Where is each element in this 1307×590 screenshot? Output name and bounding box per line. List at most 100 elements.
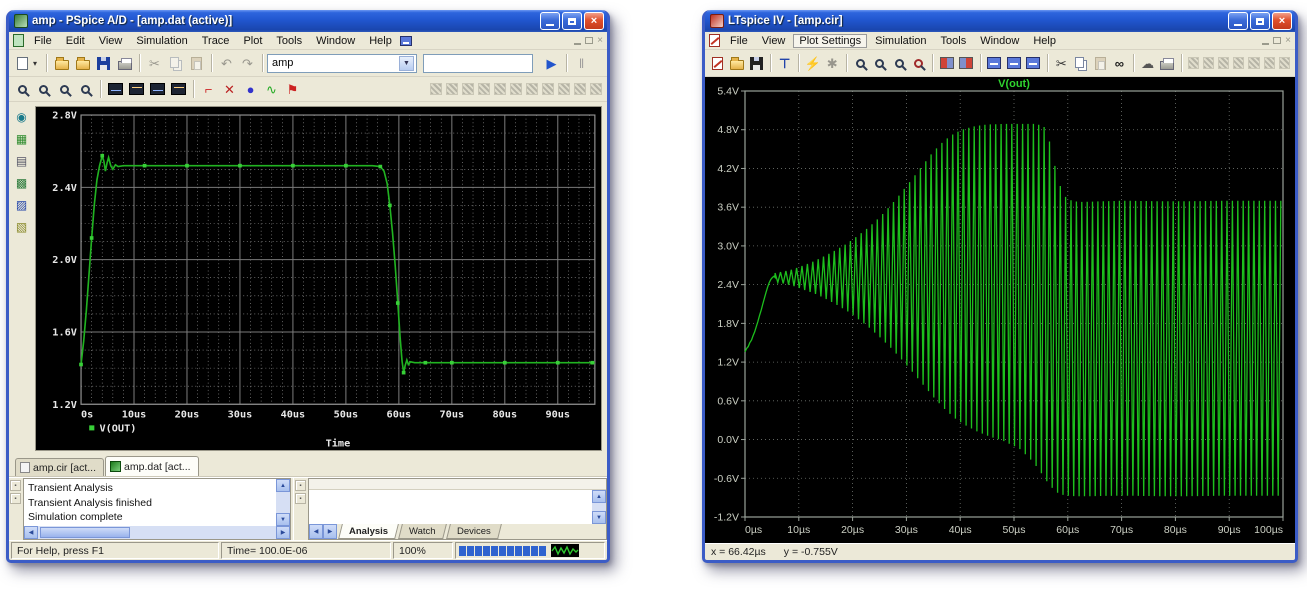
- zoom-in-button[interactable]: [851, 53, 870, 74]
- tab-amp-cir[interactable]: amp.cir [act...: [15, 458, 104, 476]
- zoom-full-button[interactable]: [890, 53, 909, 74]
- probe-tool-icon-11[interactable]: [590, 83, 602, 95]
- zoom-back-button[interactable]: [870, 53, 889, 74]
- mdi-restore-icon[interactable]: [1273, 37, 1281, 44]
- minimize-button[interactable]: [540, 12, 560, 30]
- voltage-marker-button[interactable]: ∿: [261, 79, 282, 100]
- menu-file[interactable]: File: [724, 34, 754, 48]
- find-button[interactable]: ∞: [1110, 53, 1129, 74]
- probe-tool-icon-6[interactable]: [510, 83, 522, 95]
- cut-button[interactable]: ✂: [1052, 53, 1071, 74]
- menu-edit[interactable]: Edit: [60, 34, 91, 48]
- toggle-cursor-button[interactable]: ⌐: [198, 79, 219, 100]
- message-vertical-scrollbar[interactable]: ▲ ▼: [276, 479, 290, 526]
- probe-tool-icon-2[interactable]: [446, 83, 458, 95]
- new-file-dropdown-icon[interactable]: ▾: [33, 59, 42, 68]
- menu-help[interactable]: Help: [363, 34, 398, 48]
- menu-window[interactable]: Window: [310, 34, 361, 48]
- mdi-close-icon[interactable]: ×: [1285, 35, 1291, 46]
- tab-analysis[interactable]: Analysis: [338, 524, 399, 539]
- open-button[interactable]: [51, 53, 72, 74]
- ground-tool-icon[interactable]: [1203, 57, 1214, 69]
- pspice-titlebar[interactable]: amp - PSpice A/D - [amp.dat (active)] ×: [9, 10, 607, 32]
- wire-tool-icon[interactable]: [1188, 57, 1199, 69]
- redo-button[interactable]: ↷: [237, 53, 258, 74]
- save-button[interactable]: [93, 53, 114, 74]
- blue-doc-icon[interactable]: ▨: [14, 198, 30, 213]
- paste-button[interactable]: [1090, 53, 1109, 74]
- fourier-button[interactable]: [147, 79, 168, 100]
- zoom-out-button[interactable]: [33, 79, 54, 100]
- current-marker-button[interactable]: ⚑: [282, 79, 303, 100]
- save-button[interactable]: [747, 53, 766, 74]
- tab-devices[interactable]: Devices: [446, 524, 502, 539]
- web-icon[interactable]: ◉: [14, 110, 30, 125]
- print-button[interactable]: [114, 53, 135, 74]
- chip-icon[interactable]: ▩: [14, 176, 30, 191]
- probe-tool-icon-9[interactable]: [558, 83, 570, 95]
- run-simulation-button[interactable]: ▶: [541, 53, 562, 74]
- menu-extra-icon[interactable]: [400, 36, 412, 46]
- print-button[interactable]: [1157, 53, 1176, 74]
- tile-horizontal-button[interactable]: [985, 53, 1004, 74]
- performance-analysis-button[interactable]: [168, 79, 189, 100]
- board-icon[interactable]: ▦: [14, 132, 30, 147]
- open-button[interactable]: [727, 53, 746, 74]
- open-simulation-button[interactable]: [72, 53, 93, 74]
- menu-simulation[interactable]: Simulation: [130, 34, 193, 48]
- log-y-axis-button[interactable]: [126, 79, 147, 100]
- maximize-button[interactable]: [562, 12, 582, 30]
- menu-simulation[interactable]: Simulation: [869, 34, 932, 48]
- capacitor-tool-icon[interactable]: [1248, 57, 1259, 69]
- mdi-minimize-icon[interactable]: [1262, 43, 1269, 45]
- copy-button[interactable]: [1071, 53, 1090, 74]
- pause-button[interactable]: ‖: [571, 53, 592, 74]
- mark-label-button[interactable]: ●: [240, 79, 261, 100]
- resistor-tool-icon[interactable]: [1233, 57, 1244, 69]
- watch-pin-button[interactable]: ▪: [295, 480, 306, 491]
- label-tool-icon[interactable]: [1218, 57, 1229, 69]
- probe-tool-icon-4[interactable]: [478, 83, 490, 95]
- probe-tool-icon-7[interactable]: [526, 83, 538, 95]
- log-x-axis-button[interactable]: [105, 79, 126, 100]
- menu-tools[interactable]: Tools: [270, 34, 308, 48]
- probe-tool-icon-5[interactable]: [494, 83, 506, 95]
- menu-tools[interactable]: Tools: [935, 34, 973, 48]
- scroll-up-icon[interactable]: ▲: [592, 490, 606, 503]
- halt-button[interactable]: ✱: [823, 53, 842, 74]
- lib-icon[interactable]: ▧: [14, 220, 30, 235]
- inductor-tool-icon[interactable]: [1264, 57, 1275, 69]
- tab-watch[interactable]: Watch: [398, 524, 446, 539]
- probe-tool-icon-8[interactable]: [542, 83, 554, 95]
- tabs-scroll-right-icon[interactable]: ▶: [323, 524, 337, 539]
- menu-file[interactable]: File: [28, 34, 58, 48]
- scroll-down-icon[interactable]: ▼: [276, 513, 290, 526]
- menu-view[interactable]: View: [756, 34, 792, 48]
- page-icon[interactable]: ▤: [14, 154, 30, 169]
- scroll-down-icon[interactable]: ▼: [592, 511, 606, 524]
- menu-view[interactable]: View: [93, 34, 129, 48]
- zoom-out-button[interactable]: [909, 53, 928, 74]
- close-button[interactable]: ×: [584, 12, 604, 30]
- scroll-right-icon[interactable]: ▶: [276, 526, 290, 539]
- run-button[interactable]: ⚡: [803, 53, 822, 74]
- mdi-close-icon[interactable]: ×: [597, 35, 603, 46]
- cursor-peak-button[interactable]: ✕: [219, 79, 240, 100]
- menu-plot[interactable]: Plot: [237, 34, 268, 48]
- probe-tool-icon-1[interactable]: [430, 83, 442, 95]
- message-horizontal-scrollbar[interactable]: ◀ ▶: [24, 526, 290, 539]
- menu-window[interactable]: Window: [974, 34, 1025, 48]
- menu-help[interactable]: Help: [1027, 34, 1062, 48]
- minimize-button[interactable]: [1228, 12, 1248, 30]
- cloud-button[interactable]: ☁: [1138, 53, 1157, 74]
- probe-tool-icon-3[interactable]: [462, 83, 474, 95]
- zoom-fit-button[interactable]: [75, 79, 96, 100]
- maximize-button[interactable]: [1250, 12, 1270, 30]
- grid-button[interactable]: [937, 53, 956, 74]
- copy-button[interactable]: [165, 53, 186, 74]
- zoom-in-button[interactable]: [12, 79, 33, 100]
- menu-trace[interactable]: Trace: [196, 34, 236, 48]
- trace-combobox[interactable]: [423, 54, 533, 73]
- output-pin-button[interactable]: ▪: [10, 480, 21, 491]
- cascade-button[interactable]: [1023, 53, 1042, 74]
